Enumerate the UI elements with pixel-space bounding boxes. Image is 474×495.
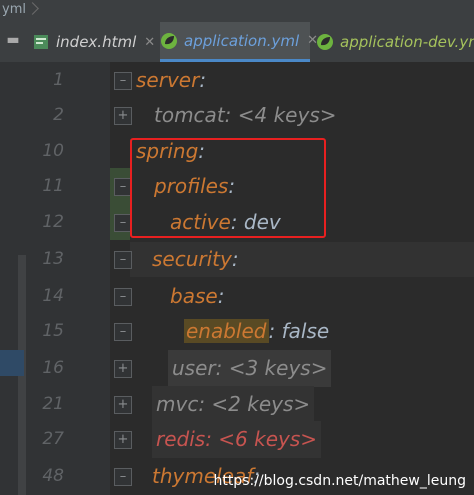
fold-collapse-icon[interactable]: –	[114, 72, 132, 90]
line-number: 2	[53, 105, 64, 125]
yaml-value: false	[281, 319, 330, 343]
tab-application-dev-yml[interactable]: application-dev.yml	[316, 22, 474, 62]
line-number: 1	[53, 70, 64, 90]
code-line[interactable]: 21 + mvc: <2 keys>	[0, 386, 474, 423]
editor-tab-bar: ▬ index.html ✕ application.yml ✕ applica…	[0, 22, 474, 63]
tab-label: application-dev.yml	[340, 33, 474, 51]
yaml-key: server	[136, 68, 200, 92]
line-number: 12	[42, 212, 64, 232]
yaml-key-highlighted: enabled	[184, 319, 269, 343]
line-number: 10	[42, 141, 64, 161]
line-number: 11	[42, 176, 64, 196]
fold-expand-icon[interactable]: +	[114, 360, 132, 378]
code-line[interactable]: 2 + tomcat: <4 keys>	[0, 97, 474, 134]
breadcrumb-file[interactable]: yml	[2, 2, 26, 17]
code-line[interactable]: 14 – base:	[0, 278, 474, 315]
fold-collapse-icon[interactable]: –	[114, 468, 132, 486]
code-line[interactable]: 1 – server:	[0, 62, 474, 99]
annotation-highlight-box	[130, 138, 326, 238]
code-line[interactable]: 27 + redis: <6 keys>	[0, 421, 474, 458]
spring-leaf-icon	[317, 34, 333, 50]
html-file-icon	[34, 35, 48, 49]
fold-collapse-icon[interactable]: –	[114, 288, 132, 306]
line-number: 16	[42, 358, 64, 378]
line-number: 48	[42, 466, 64, 486]
breadcrumb[interactable]: yml	[0, 0, 474, 22]
fold-expand-icon[interactable]: +	[114, 396, 132, 414]
yaml-colon: :	[199, 68, 207, 92]
line-number: 15	[42, 321, 64, 341]
fold-expand-icon[interactable]: +	[114, 431, 132, 449]
line-number: 27	[42, 429, 64, 449]
tab-label: index.html	[56, 33, 137, 51]
tab-list-menu-icon[interactable]: ▬	[0, 22, 26, 62]
tab-index-html[interactable]: index.html ✕	[32, 22, 158, 62]
code-line[interactable]: 15 – enabled: false	[0, 313, 474, 350]
watermark-text: https://blog.csdn.net/mathew_leung	[213, 473, 466, 489]
folded-region-error[interactable]: redis: <6 keys>	[152, 421, 322, 458]
fold-collapse-icon[interactable]: –	[114, 251, 132, 269]
yaml-key: base	[170, 284, 218, 308]
spring-leaf-icon	[161, 32, 177, 49]
yaml-key: security	[152, 247, 232, 271]
tab-label: application.yml	[184, 31, 300, 50]
close-icon[interactable]: ✕	[144, 35, 155, 50]
fold-expand-icon[interactable]: +	[114, 107, 132, 125]
fold-end-icon[interactable]: –	[114, 323, 132, 341]
tab-application-yml[interactable]: application.yml ✕	[160, 22, 318, 62]
yaml-colon: :	[268, 319, 276, 343]
code-line[interactable]: 16 + user: <3 keys>	[0, 350, 474, 387]
chevron-right-icon	[26, 2, 39, 15]
folded-region[interactable]: tomcat: <4 keys>	[154, 97, 337, 134]
line-number: 14	[42, 286, 64, 306]
folded-region[interactable]: user: <3 keys>	[168, 350, 332, 387]
code-line[interactable]: 13 – security:	[0, 241, 474, 278]
yaml-colon: :	[231, 247, 239, 271]
line-number: 13	[42, 249, 64, 269]
line-number: 21	[42, 394, 64, 414]
folded-region[interactable]: mvc: <2 keys>	[152, 386, 315, 423]
yaml-colon: :	[217, 284, 225, 308]
